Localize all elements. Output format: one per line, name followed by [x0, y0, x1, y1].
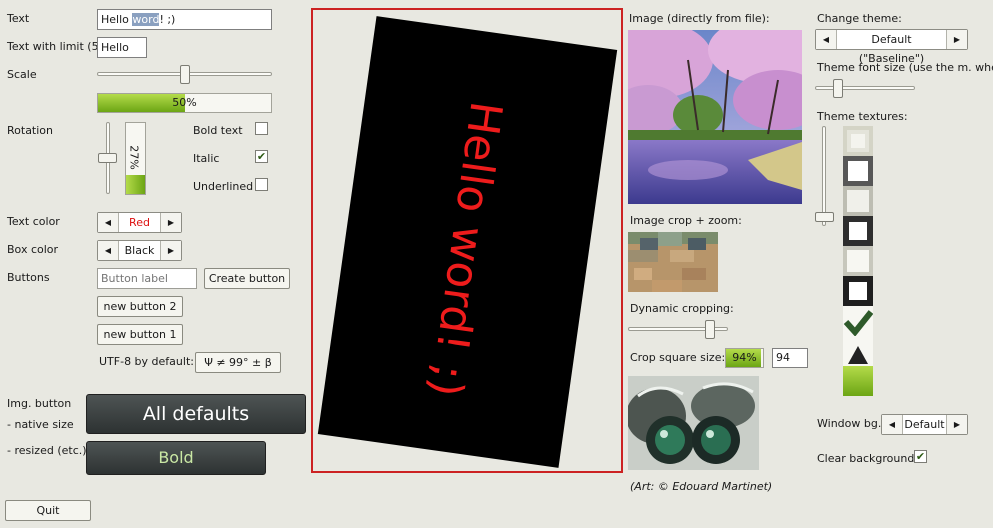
rotation-progress-text: 27%	[127, 145, 141, 170]
window-bg-value: Default	[904, 418, 945, 431]
arrow-right-icon[interactable]: ▶	[160, 241, 181, 260]
text-input-before: Hello	[101, 13, 133, 26]
crop-square-progress: 94%	[725, 348, 764, 368]
text-color-value: Red	[129, 216, 150, 229]
image-crop-zoom-label: Image crop + zoom:	[630, 214, 742, 227]
dynamic-cropping-slider-handle[interactable]	[704, 320, 715, 339]
text-color-label: Text color	[7, 215, 60, 228]
crop-square-label: Crop square size:	[630, 351, 726, 364]
dynamic-cropping-label: Dynamic cropping:	[630, 302, 734, 315]
underlined-checkbox[interactable]	[255, 178, 268, 191]
text-limit-input[interactable]: Hello	[97, 37, 147, 58]
checkmark-texture	[843, 306, 874, 337]
image-from-file-label: Image (directly from file):	[629, 12, 770, 25]
create-button[interactable]: Create button	[204, 268, 290, 289]
text-label: Text	[7, 12, 30, 25]
theme-textures-label: Theme textures:	[817, 110, 908, 123]
arrow-right-icon[interactable]: ▶	[160, 213, 181, 232]
change-theme-label: Change theme:	[817, 12, 902, 25]
rotation-progress-fill	[126, 174, 145, 194]
bold-text-checkbox[interactable]	[255, 122, 268, 135]
preview-canvas: Hello word! ;)	[311, 8, 623, 473]
box-color-value: Black	[124, 244, 155, 257]
text-input[interactable]: Hello word! ;)	[97, 9, 272, 30]
bold-image-button[interactable]: Bold	[86, 441, 266, 475]
rotation-slider-handle[interactable]	[98, 153, 117, 163]
rotation-progress-bar: 27%	[125, 122, 146, 195]
clear-background-checkbox[interactable]: ✔	[914, 450, 927, 463]
clear-background-label: Clear background	[817, 452, 915, 465]
theme-spinner: ◀ Default ("Baseline") ▶	[815, 29, 968, 65]
italic-label: Italic	[193, 152, 220, 165]
quit-button[interactable]: Quit	[5, 500, 91, 521]
rotation-label: Rotation	[7, 124, 54, 137]
new-button-2[interactable]: new button 2	[97, 296, 183, 317]
arrow-right-icon[interactable]: ▶	[946, 30, 967, 49]
theme-value: Default ("Baseline")	[858, 33, 925, 65]
text-color-spinner: ◀ Red ▶	[97, 212, 182, 233]
bold-text-label: Bold text	[193, 124, 243, 137]
scale-slider-handle[interactable]	[179, 65, 190, 84]
window-bg-label: Window bg.	[817, 417, 882, 430]
cropped-zoom-image	[628, 232, 718, 292]
arrow-left-icon[interactable]: ◀	[98, 241, 119, 260]
scale-label: Scale	[7, 68, 37, 81]
box-color-spinner: ◀ Black ▶	[97, 240, 182, 261]
theme-textures-strip	[843, 126, 874, 396]
crop-square-input[interactable]: 94	[772, 348, 808, 368]
font-size-slider-track[interactable]	[815, 86, 915, 90]
italic-checkbox[interactable]: ✔	[255, 150, 268, 163]
text-limit-label: Text with limit (5)	[7, 40, 103, 53]
scale-progress-text: 50%	[172, 96, 197, 109]
art-credit: (Art: © Edouard Martinet)	[630, 480, 773, 493]
buttons-label: Buttons	[7, 271, 50, 284]
all-defaults-button[interactable]: All defaults	[86, 394, 306, 434]
textures-slider-handle[interactable]	[815, 211, 834, 222]
utf8-label: UTF-8 by default:	[99, 355, 194, 368]
theme-font-size-label: Theme font size (use the m. wheel):	[817, 61, 993, 74]
robot-art-image	[628, 376, 759, 470]
resized-label: - resized (etc.)	[7, 444, 87, 457]
cherry-blossom-image	[628, 30, 802, 204]
arrow-right-icon[interactable]: ▶	[946, 415, 967, 434]
utf8-button[interactable]: Ψ ≠ 99° ± β	[195, 352, 281, 373]
arrow-texture	[843, 336, 873, 366]
text-input-selection: word	[132, 13, 160, 26]
text-input-after: ! ;)	[159, 13, 176, 26]
font-size-slider-handle[interactable]	[833, 79, 843, 98]
crop-square-progress-text: 94%	[732, 351, 757, 364]
arrow-left-icon[interactable]: ◀	[882, 415, 903, 434]
native-size-label: - native size	[7, 418, 74, 431]
arrow-left-icon[interactable]: ◀	[816, 30, 837, 49]
scale-progress-bar: 50%	[97, 93, 272, 113]
img-button-label: Img. button	[7, 397, 72, 410]
box-color-label: Box color	[7, 243, 59, 256]
new-button-1[interactable]: new button 1	[97, 324, 183, 345]
window-bg-spinner: ◀ Default ▶	[881, 414, 968, 435]
button-label-input[interactable]	[97, 268, 197, 289]
arrow-left-icon[interactable]: ◀	[98, 213, 119, 232]
underlined-label: Underlined	[193, 180, 254, 193]
